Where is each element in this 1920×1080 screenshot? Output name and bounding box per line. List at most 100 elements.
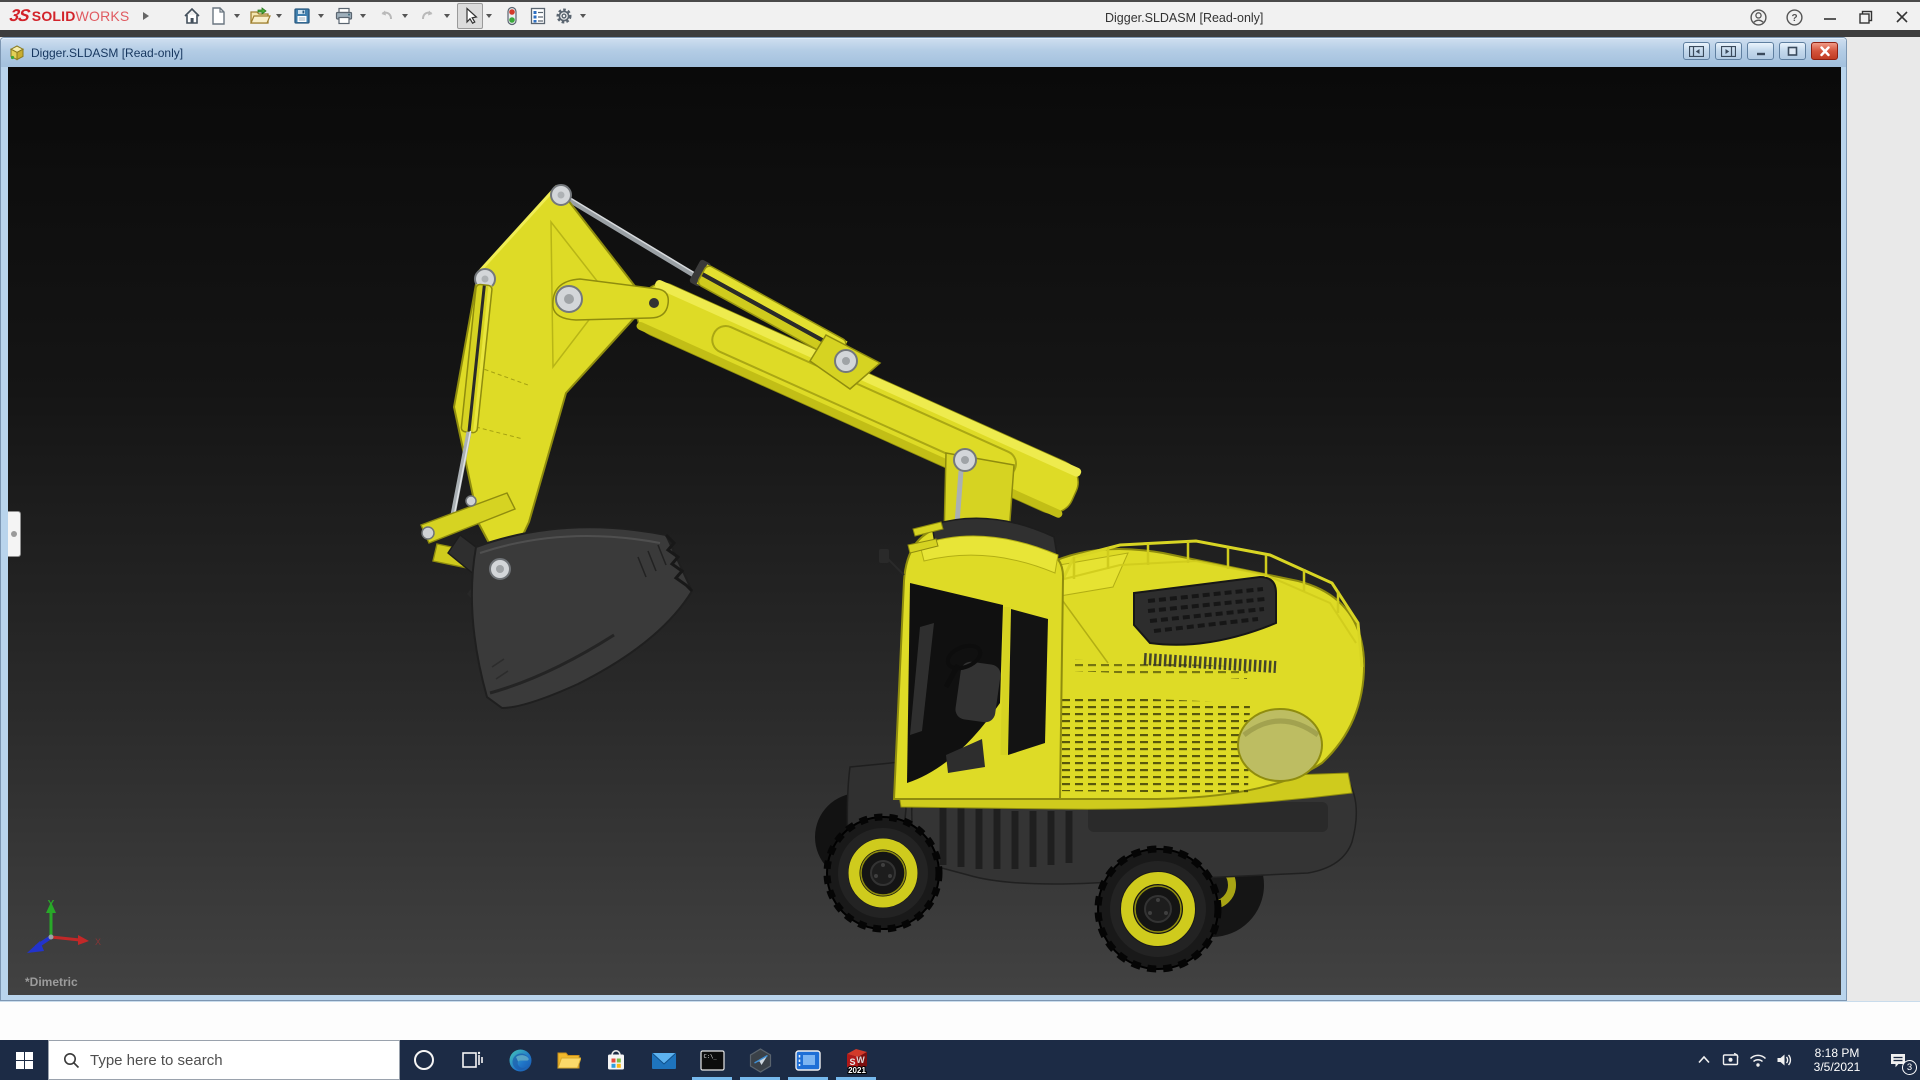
file-properties-icon [531,7,546,25]
select-cursor-icon [466,7,479,25]
gear-icon [556,8,572,24]
svg-text:W: W [856,1055,865,1065]
undo-button[interactable] [373,3,399,29]
feature-tree-collapse-handle[interactable] [8,511,21,557]
open-icon [250,7,272,24]
document-close-icon [1819,45,1830,56]
restore-button[interactable] [1848,3,1884,31]
triad-x-label: X [95,937,101,947]
logo-expand-arrow-icon[interactable] [143,12,150,20]
select-dropdown[interactable] [483,3,495,29]
taskbar-solidworks[interactable]: S W 2021 [832,1040,880,1080]
search-icon [64,1052,80,1068]
save-icon [294,8,311,24]
3ds-logo-icon: 3S [8,6,31,25]
engine-housing [1045,539,1366,800]
app-title: Digger.SLDASM [Read-only] [1105,11,1264,25]
chevron-up-icon [1697,1055,1710,1064]
taskbar-media-app[interactable] [784,1040,832,1080]
task-view-icon [462,1051,483,1068]
document-restore-icon [1787,46,1798,56]
taskbar-edge[interactable] [496,1040,544,1080]
print-button[interactable] [331,3,357,29]
print-dropdown[interactable] [357,3,369,29]
taskbar-edrawings[interactable] [736,1040,784,1080]
edge-icon [509,1049,531,1071]
tray-volume-button[interactable] [1771,1040,1798,1080]
triad-y-label: Y [48,899,55,910]
taskbar-clock[interactable]: 8:18 PM 3/5/2021 [1798,1046,1876,1074]
clock-time: 8:18 PM [1814,1046,1860,1060]
taskbar-file-explorer[interactable] [544,1040,592,1080]
document-minimize-icon [1756,52,1765,55]
cab [879,517,1065,800]
quick-toolbar [179,3,593,29]
tray-chevron-button[interactable] [1690,1040,1717,1080]
undo-dropdown[interactable] [399,3,411,29]
pane-next-button[interactable] [1715,42,1742,60]
taskbar-command-prompt[interactable]: C:\_ [688,1040,736,1080]
document-window: Digger.SLDASM [Read-only] Y X *Dimetric [0,37,1847,1001]
action-center-button[interactable]: 3 [1876,1040,1920,1080]
volume-icon [1777,1054,1791,1066]
new-dropdown[interactable] [231,3,243,29]
edrawings-icon [749,1047,771,1073]
minimize-button[interactable] [1812,3,1848,31]
taskbar-store[interactable] [592,1040,640,1080]
tray-wifi-button[interactable] [1744,1040,1771,1080]
taskbar-search[interactable] [48,1040,400,1080]
options-button[interactable] [551,3,577,29]
help-button[interactable]: ? [1776,3,1812,31]
document-titlebar[interactable]: Digger.SLDASM [Read-only] [1,38,1846,67]
handle-dot-icon [11,531,17,537]
pane-previous-button[interactable] [1683,42,1710,60]
app-window-controls: ? [1740,2,1920,32]
svg-text:2021: 2021 [848,1066,866,1074]
undo-icon [381,10,393,20]
solidworks-logo: 3S SOLID WORKS [8,6,150,26]
document-title: Digger.SLDASM [Read-only] [31,45,184,60]
search-input[interactable] [90,1051,370,1069]
connect-icon [1722,1052,1739,1066]
new-document-button[interactable] [205,3,231,29]
open-dropdown[interactable] [273,3,285,29]
orientation-triad: Y X [27,899,101,953]
document-restore-button[interactable] [1779,42,1806,60]
pane-previous-icon [1689,45,1704,57]
windows-logo-icon [15,1051,33,1069]
rebuild-button[interactable] [499,3,525,29]
file-explorer-icon [556,1052,581,1069]
taskbar-cortana[interactable] [400,1040,448,1080]
svg-text:C:\_: C:\_ [703,1054,717,1060]
taskbar-task-view[interactable] [448,1040,496,1080]
redo-icon [422,10,433,20]
graphics-viewport[interactable]: Y X *Dimetric [8,67,1841,995]
pane-next-icon [1721,45,1736,57]
start-button[interactable] [0,1040,48,1080]
document-minimize-button[interactable] [1747,42,1774,60]
clock-date: 3/5/2021 [1813,1060,1861,1074]
home-icon [184,7,201,24]
redo-dropdown[interactable] [441,3,453,29]
restore-icon [1859,10,1873,24]
file-properties-button[interactable] [525,3,551,29]
select-button[interactable] [457,3,484,29]
taskbar-mail[interactable] [640,1040,688,1080]
options-dropdown[interactable] [577,3,589,29]
store-icon [608,1050,624,1070]
save-dropdown[interactable] [315,3,327,29]
save-button[interactable] [289,3,315,29]
close-button[interactable] [1884,3,1920,31]
close-icon [1896,11,1908,23]
account-button[interactable] [1740,3,1776,31]
redo-button[interactable] [415,3,441,29]
excavator-model [420,184,1366,973]
document-close-button[interactable] [1811,42,1838,60]
rear-wheel [1094,845,1222,973]
home-button[interactable] [179,3,205,29]
cortana-icon [414,1050,434,1070]
account-icon [1749,8,1767,26]
open-button[interactable] [247,3,273,29]
tray-connect-button[interactable] [1717,1040,1744,1080]
new-document-icon [212,7,226,25]
